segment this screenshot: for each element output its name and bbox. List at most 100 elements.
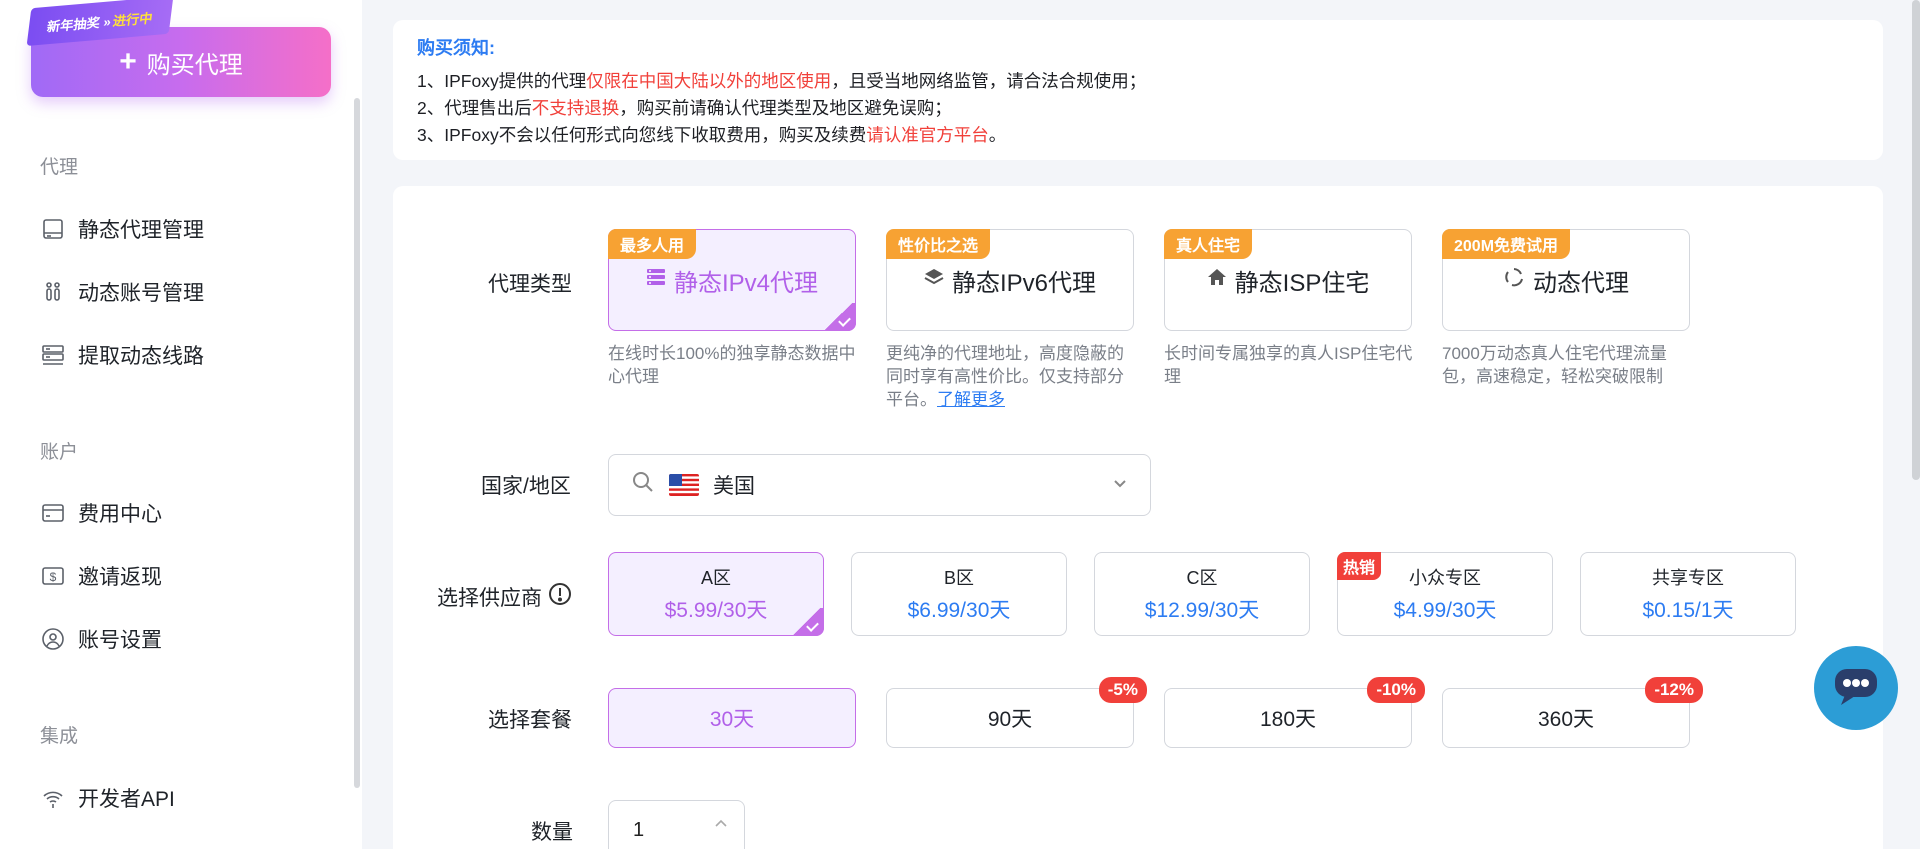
type-card-dynamic[interactable]: 200M免费试用 动态代理: [1442, 229, 1690, 331]
notice-text: ，且受当地网络监管，请合法合规使用；: [831, 71, 1147, 91]
type-desc-text: 更纯净的代理地址，高度隐蔽的同时享有高性价比。仅支持部分平台。: [886, 344, 1124, 409]
page-scrollbar[interactable]: [1912, 0, 1920, 480]
sidebar-item-dynamic-account[interactable]: 动态账号管理: [40, 277, 204, 307]
sidebar-item-label: 开发者API: [78, 788, 175, 811]
plan-90[interactable]: 90天 -5%: [886, 677, 1147, 748]
notice-highlight: 仅限在中国大陆以外的地区使用: [586, 71, 832, 91]
provider-price: $4.99/30天: [1393, 599, 1497, 622]
discount-badge: -10%: [1367, 677, 1425, 703]
sidebar-item-extract-route[interactable]: 提取动态线路: [40, 340, 204, 370]
sidebar-item-settings[interactable]: 账号设置: [40, 624, 162, 654]
sidebar-item-invite[interactable]: $ 邀请返现: [40, 561, 162, 591]
country-select[interactable]: 美国: [608, 454, 1151, 516]
provider-name: 共享专区: [1652, 568, 1724, 588]
provider-price: $0.15/1天: [1642, 599, 1734, 622]
notice-line-3: 3、IPFoxy不会以任何形式向您线下收取费用，购买及续费请认准官方平台。: [417, 122, 1859, 149]
type-card-isp[interactable]: 真人住宅 静态ISP住宅: [1164, 229, 1412, 331]
stepper-arrows[interactable]: [714, 811, 728, 849]
provider-name: 小众专区: [1409, 568, 1481, 588]
chat-icon: [1831, 663, 1881, 714]
sidebar-item-label: 静态代理管理: [78, 219, 204, 242]
plan-label: 选择套餐: [488, 709, 572, 732]
type-label: 动态代理: [1533, 269, 1629, 297]
section-title-integration: 集成: [40, 726, 79, 747]
type-label: 静态IPv6代理: [951, 269, 1097, 297]
check-icon: [820, 303, 856, 331]
discount-badge: -12%: [1645, 677, 1703, 703]
provider-b[interactable]: B区 $6.99/30天: [851, 552, 1067, 636]
notice-highlight: 不支持退换: [531, 98, 620, 118]
plan-text: 360天: [1537, 708, 1595, 731]
chevron-up-icon[interactable]: [714, 811, 728, 834]
buy-proxy-label: 购买代理: [146, 51, 243, 79]
plan-text: 90天: [987, 708, 1033, 731]
notice-text: 3、IPFoxy不会以任何形式向您线下收取费用，购买及续费: [417, 125, 867, 145]
chat-support-button[interactable]: [1814, 646, 1898, 730]
type-card-ipv6[interactable]: 性价比之选 静态IPv6代理: [886, 229, 1134, 331]
home-icon: [1207, 266, 1227, 294]
discount-badge: -5%: [1098, 677, 1147, 703]
quantity-label: 数量: [531, 821, 573, 844]
provider-name: A区: [700, 568, 731, 588]
type-label: 静态IPv4代理: [673, 269, 819, 297]
country-value: 美国: [713, 475, 755, 498]
users-icon: [40, 279, 66, 305]
type-badge: 200M免费试用: [1442, 229, 1571, 259]
svg-text:$: $: [50, 570, 57, 584]
type-label: 静态ISP住宅: [1234, 269, 1370, 297]
hot-badge: 热销: [1337, 552, 1382, 580]
chevron-down-icon: [1112, 473, 1128, 497]
section-title-proxy: 代理: [40, 157, 79, 178]
type-badge: 性价比之选: [886, 229, 991, 259]
sidebar-item-static-proxy[interactable]: 静态代理管理: [40, 214, 204, 244]
check-icon: [788, 608, 824, 636]
type-desc-ipv6: 更纯净的代理地址，高度隐蔽的同时享有高性价比。仅支持部分平台。了解更多: [886, 342, 1136, 411]
dollar-icon: $: [40, 563, 66, 589]
provider-name: C区: [1186, 568, 1218, 588]
info-icon[interactable]: [548, 582, 572, 612]
section-title-account: 账户: [40, 442, 79, 463]
server-stack-icon: [646, 266, 666, 294]
provider-a[interactable]: A区 $5.99/30天: [608, 552, 824, 636]
purchase-form: 代理类型 最多人用 静态IPv4代理 在线时长100%的独享静态数据中心代理 性…: [393, 186, 1883, 849]
purchase-notice: 购买须知: 1、IPFoxy提供的代理仅限在中国大陆以外的地区使用，且受当地网络…: [393, 20, 1883, 160]
provider-name: B区: [943, 568, 974, 588]
plus-icon: +: [119, 45, 137, 78]
provider-niche[interactable]: 热销 小众专区 $4.99/30天: [1337, 552, 1553, 636]
type-card-ipv4[interactable]: 最多人用 静态IPv4代理: [608, 229, 856, 331]
layers-icon: [924, 266, 944, 294]
plan-360[interactable]: 360天 -12%: [1442, 677, 1703, 748]
quantity-stepper[interactable]: 1: [608, 800, 745, 849]
plan-180[interactable]: 180天 -10%: [1164, 677, 1425, 748]
card-icon: [40, 500, 66, 526]
provider-label: 选择供应商: [437, 587, 542, 610]
notice-text: ，购买前请确认代理类型及地区避免误购；: [619, 98, 952, 118]
provider-c[interactable]: C区 $12.99/30天: [1094, 552, 1310, 636]
provider-shared[interactable]: 共享专区 $0.15/1天: [1580, 552, 1796, 636]
plan-text: 30天: [709, 708, 755, 731]
proxy-type-label: 代理类型: [488, 273, 572, 296]
provider-price: $5.99/30天: [664, 599, 768, 622]
learn-more-link[interactable]: 了解更多: [937, 390, 1005, 409]
plan-30[interactable]: 30天: [608, 688, 856, 748]
sidebar-item-billing[interactable]: 费用中心: [40, 498, 162, 528]
country-label: 国家/地区: [481, 475, 571, 498]
provider-label-wrap: 选择供应商: [437, 582, 572, 612]
server-icon: [40, 342, 66, 368]
sidebar-scrollbar[interactable]: [354, 98, 360, 788]
provider-price: $6.99/30天: [907, 599, 1011, 622]
sidebar: 新年抽奖 » 进行中 + 购买代理 代理 静态代理管理 动态账号管理 提取动态线…: [0, 0, 362, 849]
refresh-icon: [1503, 266, 1525, 295]
sidebar-item-label: 邀请返现: [78, 566, 162, 589]
notice-text: 2、代理售出后: [417, 98, 532, 118]
sidebar-item-label: 提取动态线路: [78, 345, 204, 368]
notice-text: 。: [988, 125, 1007, 145]
type-desc-isp: 长时间专属独享的真人ISP住宅代理: [1164, 344, 1413, 386]
us-flag-icon: [669, 474, 699, 496]
sidebar-item-label: 费用中心: [78, 503, 162, 526]
type-badge: 真人住宅: [1164, 229, 1253, 259]
plan-text: 180天: [1259, 708, 1317, 731]
notice-highlight: 请认准官方平台: [866, 125, 989, 145]
sidebar-item-developer-api[interactable]: 开发者API: [40, 783, 175, 813]
type-badge: 最多人用: [608, 229, 697, 259]
